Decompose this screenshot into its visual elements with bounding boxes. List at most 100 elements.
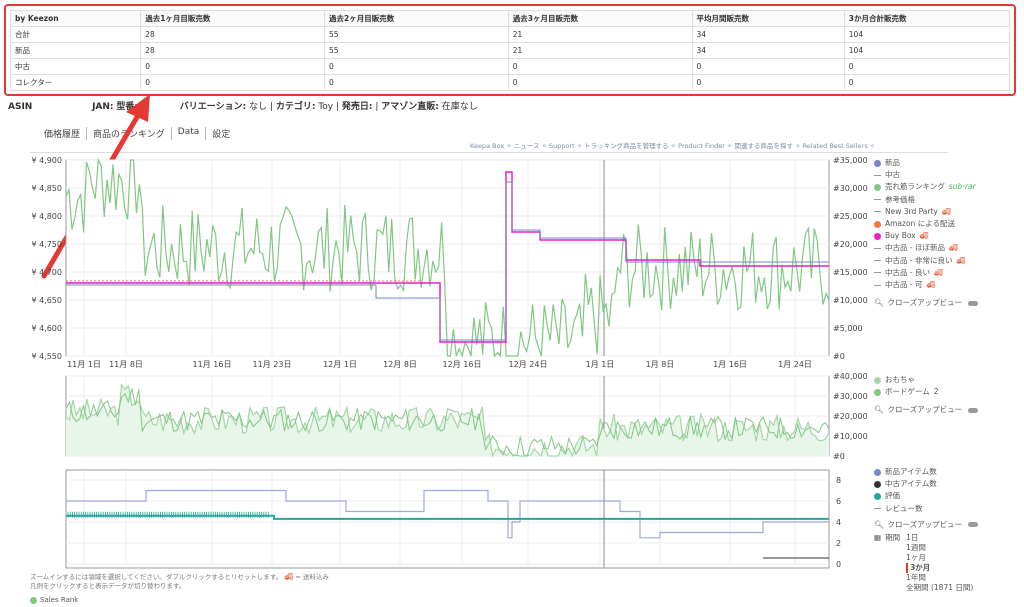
legend-item[interactable]: 参考価格	[874, 194, 978, 206]
y-tick-label-right: #25,000	[833, 212, 868, 221]
period-option[interactable]: 全期間 (1871 日間)	[906, 583, 973, 593]
closeup-label: クローズアップビュー	[887, 405, 963, 415]
legend-item[interactable]: Amazon による配送	[874, 218, 978, 230]
magnifier-icon: 🔍︎	[874, 405, 884, 415]
period-option[interactable]: 1週間	[906, 543, 973, 553]
x-tick-label: 11月 16日	[193, 360, 232, 369]
main-legend: 新品 中古 売れ筋ランキング sub-rar 参考価格 New 3rd Party 🚚︎ Am…	[874, 157, 979, 309]
toggle-icon[interactable]	[968, 300, 979, 306]
y-tick-label-right: #30,000	[833, 392, 868, 401]
legend-label: 新品	[885, 158, 900, 167]
y-tick-label-left: ¥ 4,900	[31, 156, 62, 165]
legend-dot-icon	[874, 468, 881, 476]
help-line-2: 凡例をクリックすると表示データが切り替わります。	[30, 582, 186, 590]
y-tick-label-right: 6	[836, 497, 841, 506]
legend-item[interactable]: レビュー数	[874, 503, 978, 515]
legend-label: Buy Box	[885, 231, 916, 241]
y-tick-label-right: #20,000	[833, 240, 868, 249]
y-tick-label-right: #15,000	[833, 268, 868, 277]
shipping-note: = 送料込み	[295, 573, 329, 581]
legend-dash-icon	[874, 272, 881, 274]
x-tick-label: 1月 1日	[586, 360, 615, 369]
y-tick-label-left: ¥ 4,750	[31, 240, 62, 249]
y-tick-label-left: ¥ 4,600	[31, 324, 62, 333]
x-tick-label: 1月 16日	[713, 360, 747, 369]
x-tick-label: 11月 8日	[109, 360, 143, 369]
y-tick-label-right: #10,000	[833, 296, 868, 305]
truck-icon: 🚚︎	[948, 244, 958, 253]
closeup-toggle-rank[interactable]: 🔍︎ クローズアップビュー	[874, 404, 979, 416]
legend-label: New 3rd Party	[885, 206, 938, 216]
truck-icon: 🚚︎	[926, 281, 936, 290]
legend-dash-icon	[874, 508, 881, 510]
offer-count-chart[interactable]: 8 6 4 2 0	[0, 466, 870, 574]
legend-item[interactable]: 新品アイテム数	[874, 466, 978, 478]
toggle-icon[interactable]	[968, 522, 979, 528]
period-option[interactable]: 1年間	[906, 573, 973, 583]
truck-icon: 🚚︎	[284, 573, 294, 581]
period-option[interactable]: 3か月	[906, 563, 973, 574]
toggle-icon[interactable]	[968, 408, 979, 413]
legend-label: 新品アイテム数	[885, 467, 937, 476]
y-tick-label-right: #20,000	[833, 412, 868, 421]
legend-extra[interactable]: sub-rar	[949, 181, 976, 193]
legend-item[interactable]: 中古品 - 非常に良い 🚚︎	[874, 255, 978, 267]
magnifier-icon: 🔍︎	[874, 298, 884, 308]
legend-item[interactable]: 中古品 - ほぼ新品 🚚︎	[874, 242, 978, 254]
closeup-toggle-main[interactable]: 🔍︎ クローズアップビュー	[874, 297, 979, 309]
legend-dash-icon	[874, 260, 881, 262]
legend-item[interactable]: 中古品 - 良い 🚚︎	[874, 267, 978, 279]
legend-item[interactable]: Buy Box 🚚︎	[874, 230, 978, 242]
legend-dash-icon	[874, 211, 881, 213]
legend-dot-icon	[874, 184, 881, 191]
y-tick-label-right: #10,000	[833, 432, 868, 441]
y-tick-label-right: #30,000	[833, 184, 868, 193]
legend-dot-icon	[874, 388, 881, 396]
legend-item[interactable]: 評価	[874, 490, 978, 502]
legend-dot-icon	[874, 376, 881, 384]
legend-item[interactable]: ボードゲーム 2	[874, 386, 978, 398]
legend-label: レビュー数	[885, 503, 923, 513]
legend-dot-icon	[874, 480, 881, 488]
legend-label: おもちゃ	[885, 375, 915, 384]
y-tick-label-left: ¥ 4,850	[31, 184, 62, 193]
count-legend: 新品アイテム数 中古アイテム数 評価レビュー数 🔍︎ クローズアップビュー ▦ 期間…	[874, 466, 979, 593]
period-option[interactable]: 1ヶ月	[906, 553, 973, 563]
legend-label: 中古品 - 可	[885, 280, 923, 290]
legend-label: 売れ筋ランキング	[885, 182, 945, 192]
y-tick-label-right: #0	[833, 452, 845, 461]
y-tick-label-right: #5,000	[833, 324, 863, 333]
legend-item[interactable]: New 3rd Party 🚚︎	[874, 206, 978, 218]
category-rank-chart[interactable]: #40,000 #30,000 #20,000 #10,000 #0	[0, 372, 870, 462]
legend-item[interactable]: 中古アイテム数	[874, 478, 978, 490]
x-tick-label: 12月 16日	[443, 360, 482, 369]
legend-dash-icon	[874, 248, 881, 250]
closeup-toggle-count[interactable]: 🔍︎ クローズアップビュー	[874, 519, 979, 531]
legend-dot-icon	[874, 220, 881, 228]
x-tick-label: 11月 1日	[67, 360, 101, 369]
legend-item[interactable]: おもちゃ	[874, 374, 978, 386]
legend-dash-icon	[874, 199, 881, 201]
y-tick-label-right: #0	[833, 352, 845, 361]
legend-item[interactable]: 売れ筋ランキング sub-rar	[874, 181, 978, 193]
x-tick-label: 11月 23日	[253, 360, 292, 369]
sales-rank-footer-legend[interactable]: Sales Rank	[30, 596, 78, 604]
legend-item[interactable]: 中古品 - 可 🚚︎	[874, 279, 978, 291]
legend-item[interactable]: 新品	[874, 157, 978, 169]
price-history-chart[interactable]: ¥ 4,900 ¥ 4,850 ¥ 4,800 ¥ 4,750 ¥ 4,700 ¥ 4,6…	[0, 152, 870, 372]
x-tick-label: 12月 24日	[509, 360, 548, 369]
y-tick-label-right: 4	[836, 518, 841, 527]
legend-item[interactable]: 中古	[874, 169, 978, 181]
truck-icon: 🚚︎	[933, 268, 943, 277]
legend-label: 中古アイテム数	[885, 479, 937, 489]
legend-label: Amazon による配送	[885, 219, 955, 229]
legend-label: 評価	[885, 491, 900, 501]
legend-label: 中古品 - 非常に良い	[885, 255, 953, 265]
period-option[interactable]: 1日	[906, 533, 973, 543]
legend-extra[interactable]: 2	[934, 386, 939, 398]
x-tick-label: 12月 8日	[383, 360, 417, 369]
legend-label: 中古品 - 良い	[885, 267, 930, 277]
y-tick-label-left: ¥ 4,550	[31, 352, 62, 361]
period-selector: ▦ 期間 1日 1週間 1ヶ月 3か月 1年間 全期間 (1871 日間)	[874, 533, 978, 593]
legend-dash-icon	[874, 284, 881, 286]
